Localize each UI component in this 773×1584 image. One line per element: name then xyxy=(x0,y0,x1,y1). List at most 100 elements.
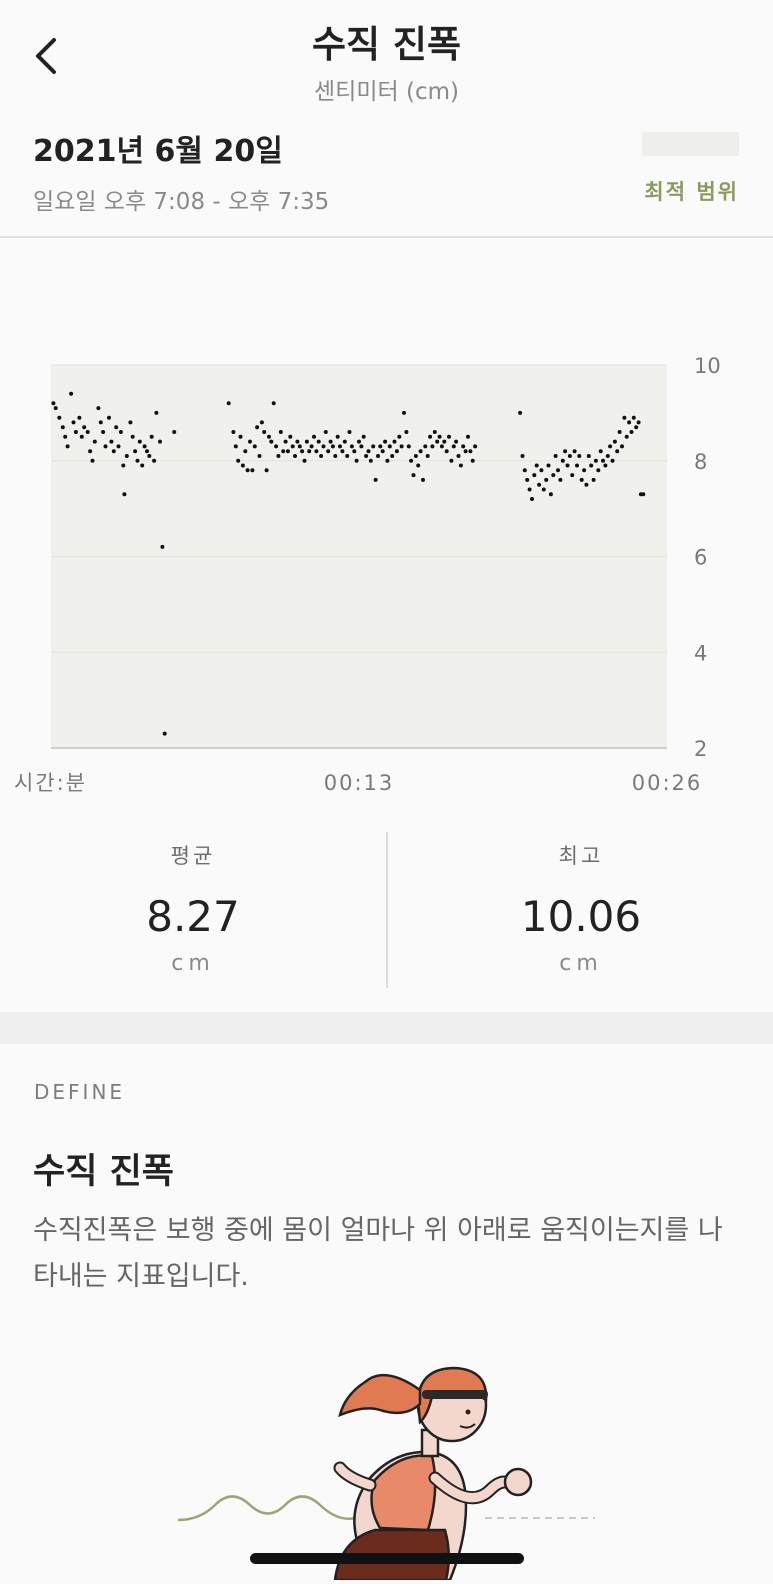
data-point xyxy=(551,473,556,478)
data-point xyxy=(122,492,127,497)
data-point xyxy=(589,463,594,468)
data-point xyxy=(335,434,340,439)
data-point xyxy=(77,415,82,420)
data-point xyxy=(437,434,442,439)
data-point xyxy=(456,454,461,458)
data-point xyxy=(624,434,629,439)
data-point xyxy=(409,458,414,463)
data-point xyxy=(69,391,74,396)
data-point xyxy=(154,410,159,415)
data-point xyxy=(245,468,250,473)
data-point xyxy=(162,731,167,736)
x-axis-label: 시간:분 xyxy=(14,771,87,795)
data-point xyxy=(354,458,359,463)
data-point xyxy=(620,444,624,449)
data-point xyxy=(577,454,582,458)
data-point xyxy=(636,420,641,425)
max-unit: cm xyxy=(559,951,603,976)
data-point xyxy=(250,468,255,473)
data-point xyxy=(326,449,331,454)
data-point xyxy=(404,430,409,434)
data-point xyxy=(314,449,319,454)
data-point xyxy=(257,454,262,458)
data-point xyxy=(522,468,527,473)
max-label: 최고 xyxy=(558,844,604,868)
data-point xyxy=(300,449,305,454)
optimal-range-label: 최적 범위 xyxy=(644,180,739,204)
data-point xyxy=(608,444,613,449)
data-point xyxy=(276,454,281,458)
data-point xyxy=(586,454,591,458)
data-point xyxy=(541,487,546,492)
y-tick-label: 10 xyxy=(694,354,721,378)
data-point xyxy=(98,420,103,425)
data-point xyxy=(319,454,324,458)
data-point xyxy=(546,463,551,468)
data-point xyxy=(570,473,575,478)
average-unit: cm xyxy=(171,951,215,976)
data-point xyxy=(451,444,456,449)
home-indicator[interactable] xyxy=(250,1553,524,1564)
data-point xyxy=(259,420,264,425)
data-point xyxy=(534,463,539,468)
data-point xyxy=(378,444,383,449)
data-point xyxy=(109,439,114,444)
data-point xyxy=(128,420,133,425)
data-point xyxy=(603,463,608,468)
data-point xyxy=(641,492,646,497)
data-point xyxy=(593,458,598,463)
data-point xyxy=(567,454,572,458)
data-point xyxy=(416,463,421,468)
session-time-range: 일요일 오후 7:08 - 오후 7:35 xyxy=(33,189,330,215)
data-point xyxy=(392,439,397,444)
data-point xyxy=(65,444,70,449)
data-point xyxy=(133,449,138,454)
data-point xyxy=(85,430,90,434)
data-point xyxy=(333,454,338,458)
data-point xyxy=(525,477,530,482)
data-point xyxy=(111,449,116,454)
header-divider xyxy=(0,236,773,238)
optimal-range-swatch xyxy=(642,132,739,156)
data-point xyxy=(399,444,404,449)
data-point xyxy=(243,449,248,454)
data-point xyxy=(285,449,290,454)
data-point xyxy=(376,454,380,458)
page-subtitle: 센티미터 (cm) xyxy=(314,79,459,105)
data-point xyxy=(394,449,399,454)
page-title: 수직 진폭 xyxy=(311,23,462,66)
define-tag: DEFINE xyxy=(34,1080,126,1104)
data-point xyxy=(121,463,126,468)
data-point xyxy=(53,406,58,411)
data-point xyxy=(231,430,236,434)
data-point xyxy=(137,439,142,444)
data-point xyxy=(307,449,312,454)
define-body: 수직진폭은 보행 중에 몸이 얼마나 위 아래로 움직이는지를 나타내는 지표입… xyxy=(33,1215,723,1292)
data-point xyxy=(439,444,444,449)
data-point xyxy=(556,468,560,473)
data-point xyxy=(582,468,587,473)
data-point xyxy=(454,439,459,444)
data-point xyxy=(149,434,154,439)
data-point xyxy=(553,454,558,458)
average-label: 평균 xyxy=(170,844,216,868)
data-point xyxy=(428,434,433,439)
data-point xyxy=(390,454,395,458)
data-point xyxy=(383,439,388,444)
data-point xyxy=(458,463,463,468)
data-point xyxy=(532,473,537,478)
data-point xyxy=(283,439,288,444)
vertical-oscillation-chart: 10 8 6 4 2 시간:분 00:13 00:26 xyxy=(0,340,773,810)
define-title: 수직 진폭 xyxy=(33,1152,174,1192)
data-point xyxy=(323,430,328,434)
data-point xyxy=(96,406,101,411)
average-value: 8.27 xyxy=(146,892,240,941)
data-point xyxy=(103,444,108,449)
data-point xyxy=(321,444,326,449)
data-point xyxy=(309,444,314,449)
data-point xyxy=(60,425,65,430)
data-point xyxy=(371,444,376,449)
data-point xyxy=(140,463,145,468)
data-point xyxy=(88,449,93,454)
data-point xyxy=(615,449,620,454)
